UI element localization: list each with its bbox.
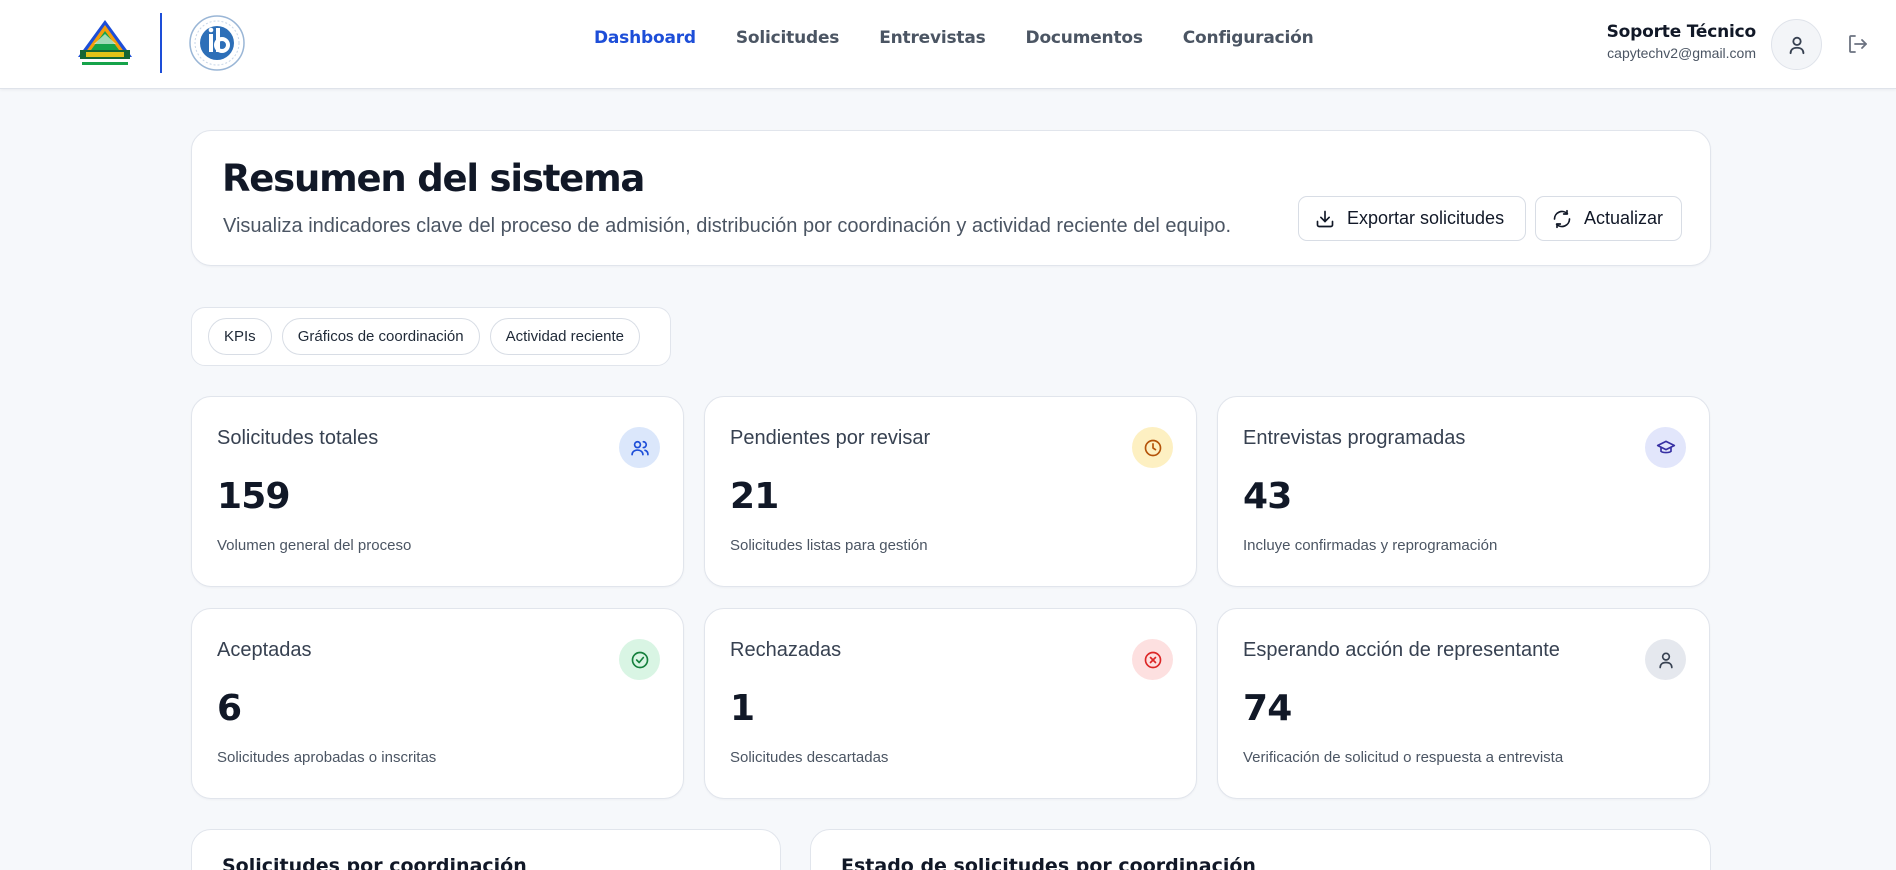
kpi-card-awaiting-representative: Esperando acción de representante 74 Ver… xyxy=(1217,608,1710,799)
nav-documentos[interactable]: Documentos xyxy=(1026,28,1143,48)
logout-button[interactable] xyxy=(1844,30,1872,58)
top-navigation-bar: Dashboard Solicitudes Entrevistas Docume… xyxy=(0,0,1896,89)
kpi-icon-wrapper xyxy=(1132,427,1173,468)
user-icon xyxy=(1658,652,1673,668)
kpi-icon-wrapper xyxy=(1645,639,1686,680)
kpi-icon-wrapper xyxy=(619,427,660,468)
refresh-button-label: Actualizar xyxy=(1584,208,1664,228)
kpi-value: 43 xyxy=(1243,476,1292,517)
request-status-by-coordination-panel: Estado de solicitudes por coordinación xyxy=(810,829,1711,870)
avatar-button[interactable] xyxy=(1771,19,1822,70)
user-info: Soporte Técnico capytechv2@gmail.com xyxy=(1606,22,1757,61)
refresh-icon xyxy=(1553,209,1571,228)
kpi-value: 1 xyxy=(730,688,755,729)
kpi-description: Solicitudes listas para gestión xyxy=(730,537,928,554)
nav-solicitudes[interactable]: Solicitudes xyxy=(736,28,840,48)
users-icon xyxy=(630,440,649,455)
kpi-card-accepted: Aceptadas 6 Solicitudes aprobadas o insc… xyxy=(191,608,684,799)
kpi-value: 21 xyxy=(730,476,779,517)
kpi-description: Volumen general del proceso xyxy=(217,537,412,554)
logo-divider xyxy=(160,13,162,73)
kpi-card-rejected: Rechazadas 1 Solicitudes descartadas xyxy=(704,608,1197,799)
panel-title: Solicitudes por coordinación xyxy=(222,855,527,870)
kpi-label: Rechazadas xyxy=(730,639,842,661)
kpi-icon-wrapper xyxy=(1645,427,1686,468)
kpi-card-scheduled-interviews: Entrevistas programadas 43 Incluye confi… xyxy=(1217,396,1710,587)
download-icon xyxy=(1316,210,1334,227)
graduation-cap-icon xyxy=(1656,440,1675,453)
export-button-label: Exportar solicitudes xyxy=(1347,208,1505,228)
chip-coordination-charts[interactable]: Gráficos de coordinación xyxy=(281,318,480,355)
panel-title: Estado de solicitudes por coordinación xyxy=(841,855,1256,870)
logo-area xyxy=(72,12,246,74)
nav-configuracion[interactable]: Configuración xyxy=(1183,28,1314,48)
kpi-label: Aceptadas xyxy=(217,639,312,661)
kpi-value: 159 xyxy=(217,476,291,517)
kpi-description: Solicitudes aprobadas o inscritas xyxy=(217,749,437,766)
nav-entrevistas[interactable]: Entrevistas xyxy=(879,28,986,48)
x-circle-icon xyxy=(1144,651,1161,668)
main-nav: Dashboard Solicitudes Entrevistas Docume… xyxy=(594,28,1353,48)
summary-header-card: Resumen del sistema Visualiza indicadore… xyxy=(191,130,1711,266)
logout-icon xyxy=(1849,35,1867,53)
kpi-label: Solicitudes totales xyxy=(217,427,379,449)
chip-recent-activity[interactable]: Actividad reciente xyxy=(489,318,641,355)
kpi-description: Verificación de solicitud o respuesta a … xyxy=(1243,749,1564,766)
page-title: Resumen del sistema xyxy=(222,157,645,200)
kpi-icon-wrapper xyxy=(1132,639,1173,680)
page-subtitle: Visualiza indicadores clave del proceso … xyxy=(223,215,1231,237)
user-name: Soporte Técnico xyxy=(1606,22,1757,42)
kpi-icon-wrapper xyxy=(619,639,660,680)
ib-logo[interactable] xyxy=(188,14,246,72)
check-circle-icon xyxy=(631,651,648,668)
clock-icon xyxy=(1144,439,1161,456)
kpi-value: 6 xyxy=(217,688,242,729)
kpi-label: Esperando acción de representante xyxy=(1243,639,1560,661)
kpi-description: Solicitudes descartadas xyxy=(730,749,889,766)
kpi-card-total-requests: Solicitudes totales 159 Volumen general … xyxy=(191,396,684,587)
user-icon xyxy=(1789,36,1804,54)
nav-dashboard[interactable]: Dashboard xyxy=(594,28,696,48)
user-email: capytechv2@gmail.com xyxy=(1607,45,1756,61)
kpi-description: Incluye confirmadas y reprogramación xyxy=(1243,537,1498,554)
kpi-card-pending-review: Pendientes por revisar 21 Solicitudes li… xyxy=(704,396,1197,587)
school-logo[interactable] xyxy=(72,17,138,69)
chip-kpis[interactable]: KPIs xyxy=(208,318,272,355)
kpi-value: 74 xyxy=(1243,688,1292,729)
kpi-label: Entrevistas programadas xyxy=(1243,427,1466,449)
refresh-button[interactable]: Actualizar xyxy=(1535,196,1682,241)
section-filter-chips: KPIs Gráficos de coordinación Actividad … xyxy=(191,307,671,366)
export-requests-button[interactable]: Exportar solicitudes xyxy=(1298,196,1526,241)
requests-by-coordination-panel: Solicitudes por coordinación xyxy=(191,829,781,870)
kpi-label: Pendientes por revisar xyxy=(730,427,931,449)
